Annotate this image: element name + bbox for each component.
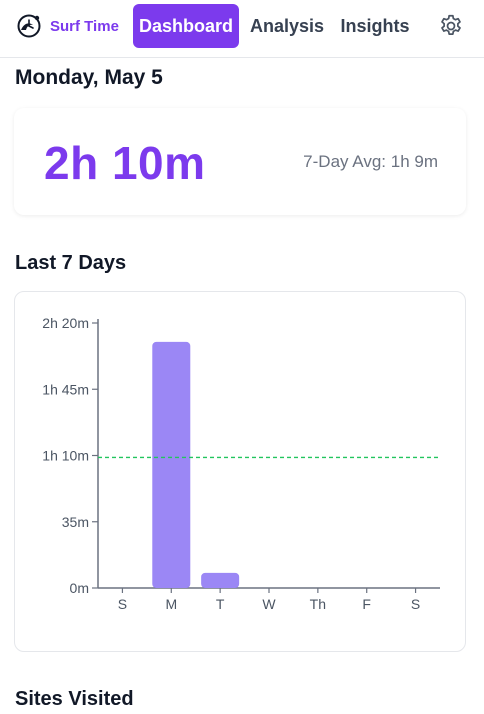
- today-summary-card: 2h 10m 7-Day Avg: 1h 9m: [14, 108, 466, 215]
- y-tick-label: 1h 45m: [42, 381, 89, 397]
- y-tick-label: 1h 10m: [42, 448, 89, 464]
- x-tick-label: T: [216, 596, 225, 612]
- gear-icon[interactable]: [438, 13, 464, 39]
- last-7-days-title: Last 7 Days: [15, 252, 127, 274]
- x-tick-label: W: [262, 596, 276, 612]
- x-tick-label: S: [118, 596, 127, 612]
- tab-analysis[interactable]: Analysis: [248, 4, 326, 48]
- x-tick-label: S: [411, 596, 420, 612]
- sites-visited-title: Sites Visited: [15, 688, 134, 710]
- x-tick-label: M: [165, 596, 177, 612]
- brand-name: Surf Time: [50, 17, 119, 35]
- weekly-chart-card: 0m 35m 1h 10m 1h 45m 2h 20m S M T W Th F S: [14, 291, 466, 652]
- brand[interactable]: Surf Time: [16, 12, 119, 40]
- x-tick-label: Th: [310, 596, 326, 612]
- chart-bar: [201, 572, 240, 588]
- x-tick-label: F: [362, 596, 371, 612]
- date-heading: Monday, May 5: [15, 66, 163, 89]
- today-total-time: 2h 10m: [44, 137, 206, 189]
- surf-clock-icon: [17, 14, 41, 38]
- y-tick-label: 2h 20m: [42, 315, 89, 331]
- top-nav: Surf Time Dashboard Analysis Insights: [0, 0, 484, 58]
- tab-dashboard[interactable]: Dashboard: [133, 4, 239, 48]
- y-tick-label: 0m: [70, 580, 89, 596]
- y-tick-label: 35m: [62, 514, 89, 530]
- weekly-bar-chart: 0m 35m 1h 10m 1h 45m 2h 20m S M T W Th F S: [42, 315, 440, 612]
- tab-insights[interactable]: Insights: [336, 4, 414, 48]
- seven-day-average: 7-Day Avg: 1h 9m: [303, 152, 438, 171]
- app-root: Surf Time Dashboard Analysis Insights Mo…: [0, 0, 484, 714]
- chart-bar: [152, 341, 191, 588]
